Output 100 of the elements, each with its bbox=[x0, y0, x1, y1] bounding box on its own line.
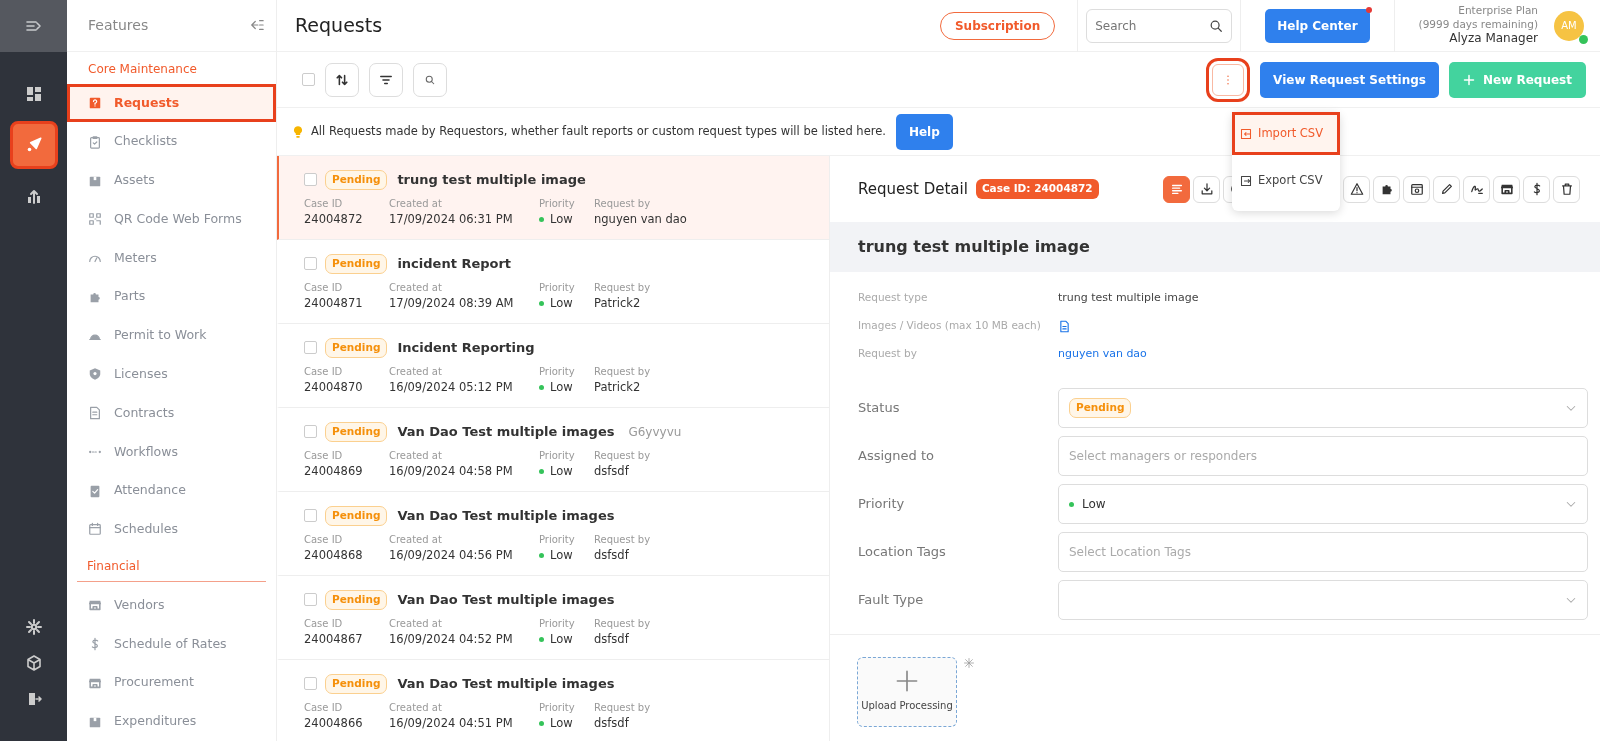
info-label: Request by bbox=[858, 346, 918, 362]
status-badge: Pending bbox=[325, 254, 388, 274]
field-label: Created at bbox=[389, 196, 443, 211]
field-value: dsfsdf bbox=[594, 546, 630, 564]
days-remaining: (9999 days remaining) bbox=[1418, 17, 1538, 32]
field-label: Case ID bbox=[304, 700, 344, 715]
sidebar-item[interactable]: Vendors bbox=[67, 585, 276, 625]
request-title: trung test multiple image bbox=[397, 171, 586, 190]
field-label: Request by bbox=[594, 616, 652, 631]
request-title: Incident Reporting bbox=[397, 339, 535, 358]
request-title: incident Report bbox=[397, 255, 512, 274]
request-row[interactable]: Pending trung test multiple image Case ID 24004872 Created at 17/09/2024 06:31 PM Priority Low Request by nguyen van dao bbox=[277, 156, 829, 240]
field-label: Request by bbox=[594, 448, 652, 463]
status-badge: Pending bbox=[325, 170, 388, 190]
field-label: Case ID bbox=[304, 364, 344, 379]
sidebar-item[interactable]: Contracts bbox=[67, 393, 276, 433]
subscription-button[interactable]: Subscription bbox=[939, 11, 1056, 40]
request-row[interactable]: Pending Van Dao Test multiple images G6yvyvu Case ID 24004869 Created at 16/09/2024 04:58 PM Priority Low Request by dsfsdf bbox=[277, 408, 829, 492]
requester-link[interactable]: nguyen van dao bbox=[1058, 345, 1147, 363]
request-title: Van Dao Test multiple images bbox=[397, 423, 615, 442]
status-badge: Pending bbox=[325, 338, 388, 358]
field-label: Request by bbox=[594, 364, 652, 379]
field-label: Case ID bbox=[304, 280, 344, 295]
new-request-button[interactable]: New Request bbox=[1449, 61, 1586, 98]
field-value: 16/09/2024 05:12 PM bbox=[389, 378, 514, 396]
form-label: Priority bbox=[858, 495, 906, 514]
status-badge: Pending bbox=[325, 590, 388, 610]
sidebar-item[interactable]: Checklists bbox=[67, 122, 276, 162]
field-value: nguyen van dao bbox=[594, 210, 688, 228]
field-value: 16/09/2024 04:52 PM bbox=[389, 630, 514, 648]
sidebar-item[interactable]: Expenditures bbox=[67, 702, 276, 741]
request-row[interactable]: Pending Van Dao Test multiple images Case ID 24004868 Created at 16/09/2024 04:56 PM Priority Low Request by dsfsdf bbox=[277, 492, 829, 576]
field-label: Priority bbox=[539, 448, 576, 463]
field-label: Request by bbox=[594, 280, 652, 295]
field-value: 17/09/2024 08:39 AM bbox=[389, 294, 515, 312]
sidebar-item[interactable]: Licenses bbox=[67, 355, 276, 394]
field-label: Created at bbox=[389, 280, 443, 295]
field-label: Request by bbox=[594, 196, 652, 211]
request-row[interactable]: Pending Van Dao Test multiple images Case ID 24004866 Created at 16/09/2024 04:51 PM Priority Low Request by dsfsdf bbox=[277, 660, 829, 741]
section-title: Core Maintenance bbox=[87, 60, 198, 78]
sidebar-item[interactable]: Permit to Work bbox=[67, 316, 276, 355]
notice-text: All Requests made by Requestors, whether fault reports or custom request types will be listed here. bbox=[311, 122, 886, 140]
info-label: Request type bbox=[858, 290, 929, 306]
field-value: Low bbox=[550, 294, 573, 312]
field-label: Created at bbox=[389, 448, 443, 463]
sidebar-item[interactable]: Parts bbox=[67, 277, 276, 317]
field-value: 24004872 bbox=[304, 210, 364, 228]
sidebar-title: Features bbox=[88, 15, 149, 35]
request-subtitle: G6yvyvu bbox=[628, 423, 682, 441]
field-value: Patrick2 bbox=[594, 294, 642, 312]
detail-title: trung test multiple image bbox=[830, 222, 1600, 272]
select-value: Low bbox=[1082, 496, 1106, 513]
request-row[interactable]: Pending Van Dao Test multiple images Case ID 24004867 Created at 16/09/2024 04:52 PM Priority Low Request by dsfsdf bbox=[277, 576, 829, 660]
sidebar-item[interactable]: QR Code Web Forms bbox=[67, 199, 276, 239]
menu-item[interactable]: Export CSV bbox=[1232, 159, 1340, 203]
field-label: Case ID bbox=[304, 616, 344, 631]
input-field[interactable]: Select managers or responders bbox=[1058, 436, 1588, 476]
search-field[interactable]: Search bbox=[1086, 8, 1233, 43]
select-field[interactable]: Low bbox=[1058, 484, 1588, 524]
field-value: 24004870 bbox=[304, 378, 364, 396]
field-value: 24004871 bbox=[304, 294, 364, 312]
status-badge: Pending bbox=[325, 506, 388, 526]
field-label: Created at bbox=[389, 532, 443, 547]
view-settings-button[interactable]: View Request Settings bbox=[1260, 61, 1439, 98]
sidebar-item[interactable]: Assets bbox=[67, 161, 276, 200]
input-field[interactable]: Select Location Tags bbox=[1058, 532, 1588, 572]
field-label: Priority bbox=[539, 364, 576, 379]
form-label: Assigned to bbox=[858, 447, 935, 466]
help-button[interactable]: Help bbox=[895, 113, 953, 150]
help-center-button[interactable]: Help Center bbox=[1265, 8, 1370, 43]
field-label: Created at bbox=[389, 616, 443, 631]
field-value: dsfsdf bbox=[594, 714, 630, 732]
select-field[interactable]: Pending bbox=[1058, 388, 1588, 428]
field-label: Request by bbox=[594, 700, 652, 715]
page-title: Requests bbox=[295, 13, 384, 39]
plan-name: Enterprise Plan bbox=[1457, 4, 1538, 18]
sidebar-item[interactable]: Requests bbox=[67, 83, 276, 123]
field-value: 16/09/2024 04:51 PM bbox=[389, 714, 514, 732]
field-value: dsfsdf bbox=[594, 462, 630, 480]
sidebar-item[interactable]: Attendance bbox=[67, 471, 276, 511]
request-row[interactable]: Pending incident Report Case ID 24004871 Created at 17/09/2024 08:39 AM Priority Low Request by Patrick2 bbox=[277, 240, 829, 324]
field-value: Low bbox=[550, 210, 573, 228]
field-value: Low bbox=[550, 378, 573, 396]
sidebar-item[interactable]: Schedules bbox=[67, 510, 276, 549]
upload-button[interactable]: Upload Processing bbox=[857, 657, 957, 727]
field-value: 24004866 bbox=[304, 714, 364, 732]
field-value: 16/09/2024 04:56 PM bbox=[389, 546, 514, 564]
sidebar-item[interactable]: Meters bbox=[67, 238, 276, 278]
field-label: Case ID bbox=[304, 448, 344, 463]
case-id-badge: Case ID: 24004872 bbox=[975, 179, 1099, 199]
sidebar-item[interactable]: Workflows bbox=[67, 432, 276, 472]
request-title: Van Dao Test multiple images bbox=[397, 591, 615, 610]
field-value: dsfsdf bbox=[594, 630, 630, 648]
field-value: 24004867 bbox=[304, 630, 364, 648]
sidebar-item[interactable]: Schedule of Rates bbox=[67, 624, 276, 664]
request-row[interactable]: Pending Incident Reporting Case ID 24004870 Created at 16/09/2024 05:12 PM Priority Low Request by Patrick2 bbox=[277, 324, 829, 408]
detail-heading: Request Detail bbox=[858, 178, 968, 200]
menu-item[interactable]: Import CSV bbox=[1232, 112, 1340, 156]
sidebar-item[interactable]: Procurement bbox=[67, 663, 276, 703]
field-label: Created at bbox=[389, 364, 443, 379]
